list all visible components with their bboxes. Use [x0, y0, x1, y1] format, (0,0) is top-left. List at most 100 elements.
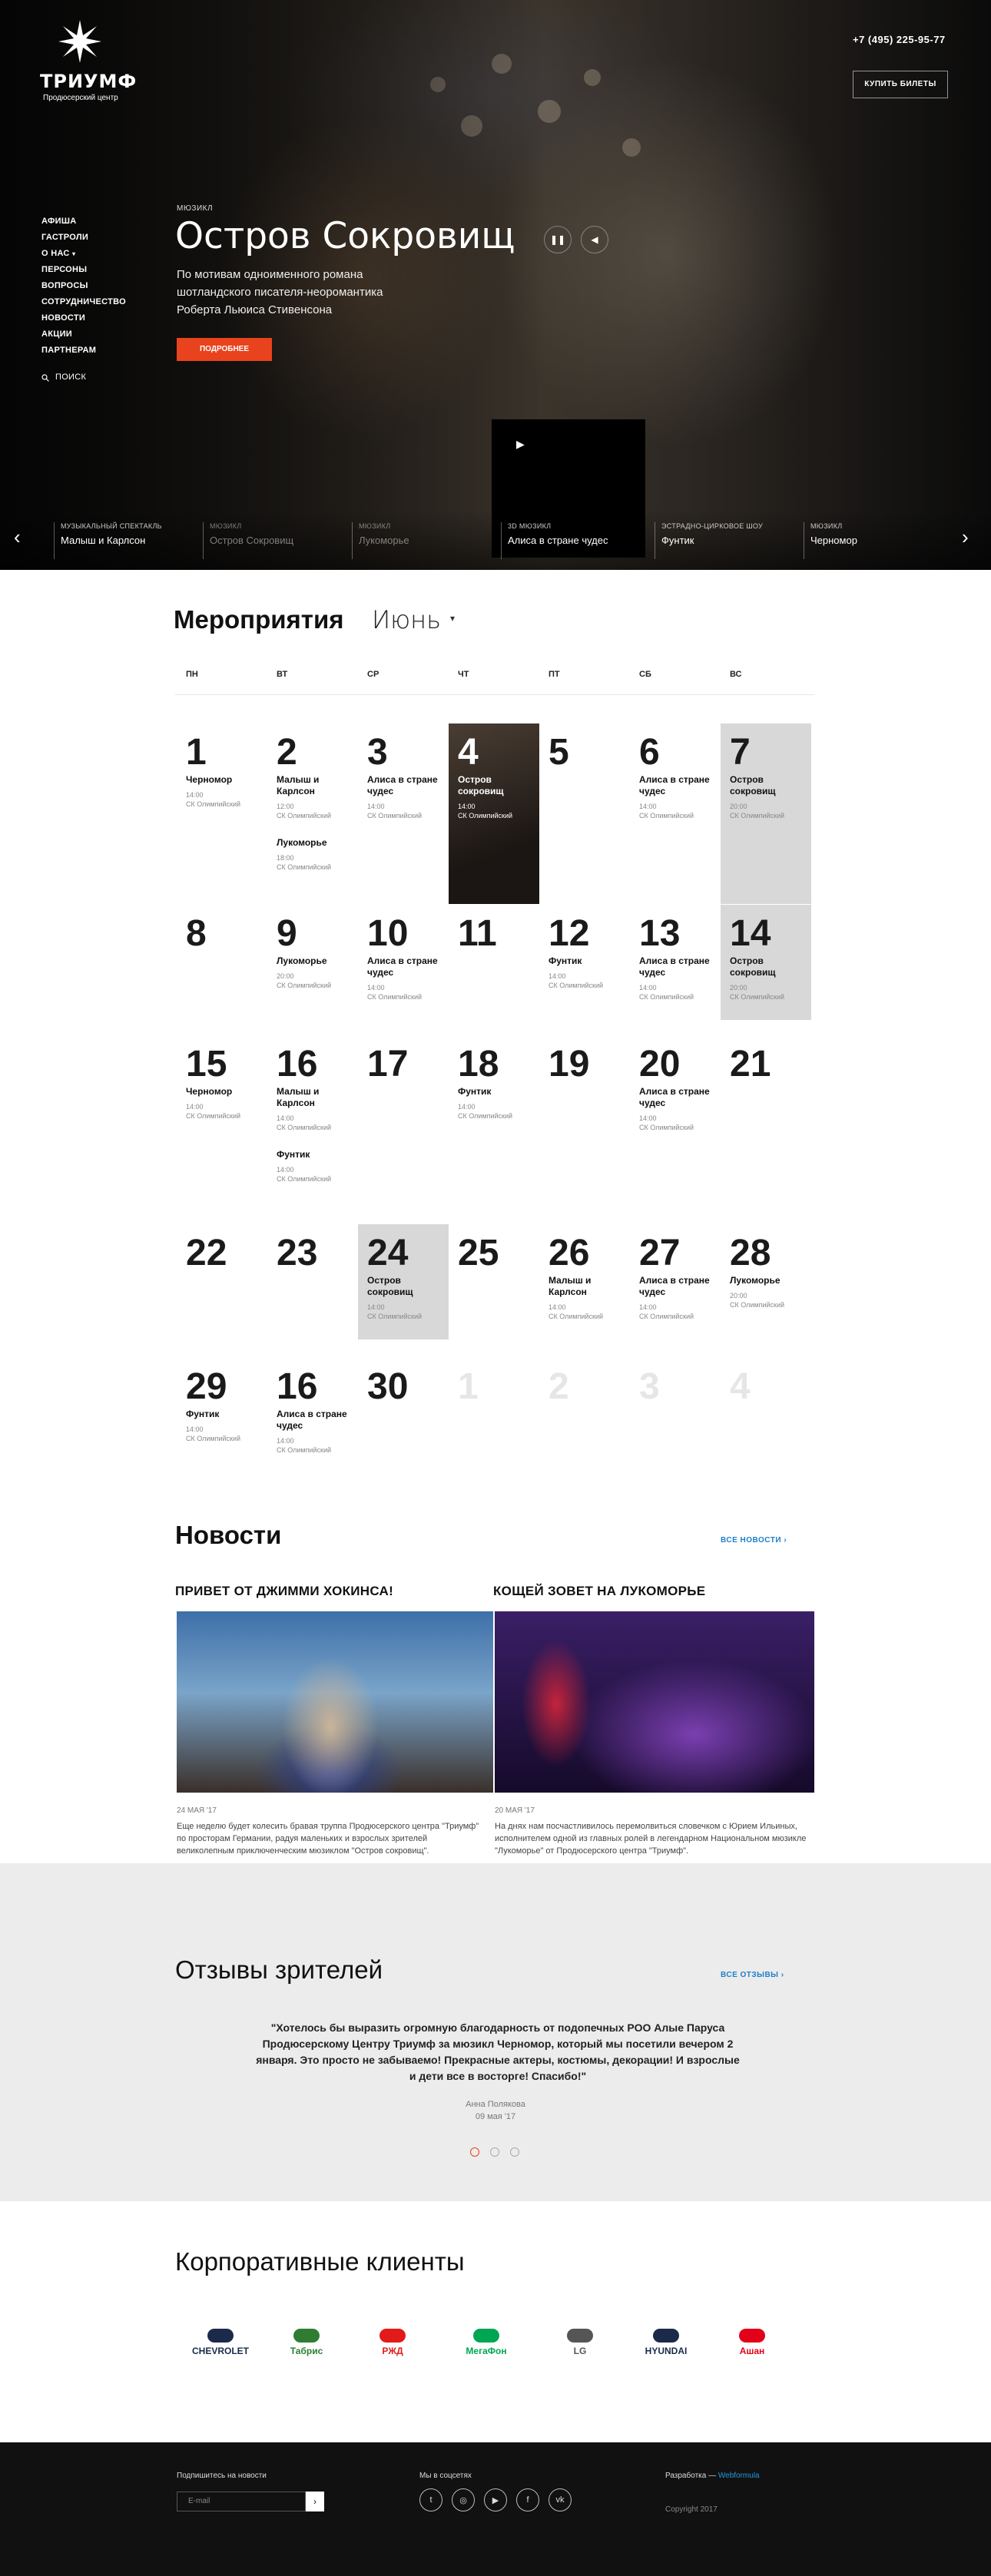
calendar-day[interactable]: 2 Малыш и Карлсон 12:00 СК Олимпийский Луком…: [267, 723, 358, 872]
day-number: 29: [186, 1366, 227, 1407]
event-title: Лукоморье: [730, 1275, 781, 1286]
nav-item-about[interactable]: О НАС ▾: [41, 246, 126, 262]
calendar-event[interactable]: Остров сокровищ 20:00 СК Олимпийский: [730, 774, 802, 820]
calendar-day[interactable]: 4 Остров сокровищ 14:00 СК Олимпийский: [449, 723, 539, 904]
all-reviews-link[interactable]: ВСЕ ОТЗЫВЫ ›: [721, 1971, 784, 1979]
calendar-day[interactable]: 1 Черномор 14:00 СК Олимпийский: [177, 723, 267, 846]
instagram-button[interactable]: ◎: [452, 2488, 475, 2511]
event-title: Алиса в стране чудес: [367, 774, 438, 796]
month-select[interactable]: Июнь: [372, 605, 441, 634]
calendar-day[interactable]: 27 Алиса в стране чудес 14:00 СК Олимпийски…: [630, 1224, 721, 1347]
day-number: 2: [277, 732, 297, 773]
pause-button[interactable]: ❚❚: [544, 226, 572, 253]
news-headline[interactable]: ПРИВЕТ ОТ ДЖИММИ ХОКИНСА!: [175, 1584, 393, 1599]
calendar-event[interactable]: Фунтик 14:00 СК Олимпийский: [186, 1409, 258, 1443]
nav-item-faq[interactable]: ВОПРОСЫ: [41, 278, 126, 294]
calendar-day[interactable]: 10 Алиса в стране чудес 14:00 СК Олимпийски…: [358, 905, 449, 1028]
review-quote: "Хотелось бы выразить огромную благодарн…: [256, 2021, 740, 2082]
client-name: LG: [573, 2346, 587, 2356]
developer-link[interactable]: Webformula: [718, 2472, 760, 2480]
calendar-event[interactable]: Алиса в стране чудес 14:00 СК Олимпийский: [277, 1409, 349, 1455]
strip-item[interactable]: 3D МЮЗИКЛ Алиса в стране чудес: [501, 522, 608, 559]
nav-item-promotions[interactable]: АКЦИИ: [41, 326, 126, 343]
search-button[interactable]: ПОИСК: [41, 369, 126, 386]
calendar-event[interactable]: Лукоморье 18:00 СК Олимпийский: [277, 837, 349, 872]
strip-item[interactable]: ЭСТРАДНО-ЦИРКОВОЕ ШОУ Фунтик: [655, 522, 763, 559]
all-news-link[interactable]: ВСЕ НОВОСТИ ›: [721, 1536, 787, 1545]
slider-dot[interactable]: [490, 2147, 499, 2157]
nav-item-afisha[interactable]: АФИША: [41, 214, 126, 230]
calendar-event[interactable]: Алиса в стране чудес 14:00 СК Олимпийский: [639, 1275, 711, 1321]
calendar-event[interactable]: Алиса в стране чудес 14:00 СК Олимпийский: [639, 1086, 711, 1132]
calendar-event[interactable]: Малыш и Карлсон 12:00 СК Олимпийский: [277, 774, 349, 820]
calendar-day[interactable]: 9 Лукоморье 20:00 СК Олимпийский: [267, 905, 358, 1028]
vk-button[interactable]: vk: [549, 2488, 572, 2511]
calendar-event[interactable]: Лукоморье 20:00 СК Олимпийский: [277, 955, 349, 990]
calendar-event[interactable]: Остров сокровищ 14:00 СК Олимпийский: [458, 774, 530, 820]
news-image[interactable]: [495, 1611, 814, 1793]
nav-item-news[interactable]: НОВОСТИ: [41, 310, 126, 326]
calendar-day[interactable]: 13 Алиса в стране чудес 14:00 СК Олимпийски…: [630, 905, 721, 1028]
slider-dot[interactable]: [470, 2147, 479, 2157]
calendar-day[interactable]: 6 Алиса в стране чудес 14:00 СК Олимпийский: [630, 723, 721, 846]
phone-number[interactable]: +7 (495) 225-95-77: [853, 34, 946, 45]
day-number: 9: [277, 913, 297, 954]
calendar-day[interactable]: 16 Малыш и Карлсон 14:00 СК Олимпийский Фунт…: [267, 1035, 358, 1184]
strip-item[interactable]: МЮЗИКЛ Черномор: [804, 522, 857, 559]
client-name: HYUNDAI: [645, 2346, 688, 2356]
calendar-event[interactable]: Алиса в стране чудес 14:00 СК Олимпийский: [639, 955, 711, 1002]
buy-tickets-button[interactable]: КУПИТЬ БИЛЕТЫ: [853, 71, 948, 98]
calendar-day[interactable]: 7 Остров сокровищ 20:00 СК Олимпийский: [721, 723, 811, 904]
calendar-day[interactable]: 16 Алиса в стране чудес 14:00 СК Олимпийски…: [267, 1358, 358, 1481]
calendar-event[interactable]: Малыш и Карлсон 14:00 СК Олимпийский: [549, 1275, 621, 1321]
calendar-event[interactable]: Алиса в стране чудес 14:00 СК Олимпийский: [367, 955, 439, 1002]
calendar-day[interactable]: 24 Остров сокровищ 14:00 СК Олимпийский: [358, 1224, 449, 1339]
slider-dot[interactable]: [510, 2147, 519, 2157]
calendar-event[interactable]: Остров сокровищ 14:00 СК Олимпийский: [367, 1275, 439, 1321]
strip-item[interactable]: МЮЗИКЛ Остров Сокровищ: [203, 522, 293, 559]
calendar-event[interactable]: Остров сокровищ 20:00 СК Олимпийский: [730, 955, 802, 1002]
nav-item-tours[interactable]: ГАСТРОЛИ: [41, 230, 126, 246]
nav-item-partners[interactable]: ПАРТНЕРАМ: [41, 343, 126, 359]
nav-item-persons[interactable]: ПЕРСОНЫ: [41, 262, 126, 278]
youtube-button[interactable]: ▶: [484, 2488, 507, 2511]
calendar-event[interactable]: Малыш и Карлсон 14:00 СК Олимпийский: [277, 1086, 349, 1132]
calendar-event[interactable]: Лукоморье 20:00 СК Олимпийский: [730, 1275, 802, 1310]
nav-item-cooperation[interactable]: СОТРУДНИЧЕСТВО: [41, 294, 126, 310]
calendar-event[interactable]: Алиса в стране чудес 14:00 СК Олимпийский: [367, 774, 439, 820]
twitter-button[interactable]: t: [419, 2488, 442, 2511]
calendar-day[interactable]: 29 Фунтик 14:00 СК Олимпийский: [177, 1358, 267, 1481]
chevron-left-icon[interactable]: ‹: [14, 525, 21, 549]
strip-item[interactable]: МЮЗИКЛ Лукоморье: [352, 522, 409, 559]
chevron-right-icon[interactable]: ›: [962, 525, 969, 549]
calendar-day[interactable]: 26 Малыш и Карлсон 14:00 СК Олимпийский: [539, 1224, 630, 1347]
chevron-down-icon[interactable]: ▾: [450, 613, 455, 624]
event-time: 20:00: [730, 984, 747, 992]
calendar-event[interactable]: Фунтик 14:00 СК Олимпийский: [549, 955, 621, 990]
calendar-day[interactable]: 3 Алиса в стране чудес 14:00 СК Олимпийский: [358, 723, 449, 846]
calendar-day[interactable]: 12 Фунтик 14:00 СК Олимпийский: [539, 905, 630, 1028]
client-logo: Ашан: [710, 2319, 794, 2366]
calendar-day[interactable]: 18 Фунтик 14:00 СК Олимпийский: [449, 1035, 539, 1158]
calendar-event[interactable]: Алиса в стране чудес 14:00 СК Олимпийский: [639, 774, 711, 820]
news-image[interactable]: [177, 1611, 493, 1793]
calendar-event[interactable]: Черномор 14:00 СК Олимпийский: [186, 1086, 258, 1121]
calendar-day[interactable]: 28 Лукоморье 20:00 СК Олимпийский: [721, 1224, 811, 1347]
calendar-event[interactable]: Черномор 14:00 СК Олимпийский: [186, 774, 258, 809]
email-input[interactable]: E-mail: [177, 2492, 306, 2511]
play-icon[interactable]: ▶: [516, 438, 529, 450]
calendar-day[interactable]: 14 Остров сокровищ 20:00 СК Олимпийский: [721, 905, 811, 1020]
calendar-event[interactable]: Фунтик 14:00 СК Олимпийский: [277, 1149, 349, 1184]
all-reviews-label: ВСЕ ОТЗЫВЫ: [721, 1971, 779, 1979]
more-button[interactable]: ПОДРОБНЕЕ: [177, 338, 272, 361]
news-headline[interactable]: КОЩЕЙ ЗОВЕТ НА ЛУКОМОРЬЕ: [493, 1584, 705, 1599]
sound-button[interactable]: ◀: [581, 226, 608, 253]
calendar-day[interactable]: 15 Черномор 14:00 СК Олимпийский: [177, 1035, 267, 1158]
calendar-day[interactable]: 20 Алиса в стране чудес 14:00 СК Олимпийски…: [630, 1035, 721, 1158]
calendar-event[interactable]: Фунтик 14:00 СК Олимпийский: [458, 1086, 530, 1121]
news-date: 20 МАЯ '17: [495, 1806, 535, 1815]
submit-arrow-button[interactable]: ›: [306, 2492, 324, 2511]
event-meta: 14:00 СК Олимпийский: [277, 1436, 349, 1455]
facebook-button[interactable]: f: [516, 2488, 539, 2511]
strip-item[interactable]: МУЗЫКАЛЬНЫЙ СПЕКТАКЛЬ Малыш и Карлсон: [54, 522, 162, 559]
